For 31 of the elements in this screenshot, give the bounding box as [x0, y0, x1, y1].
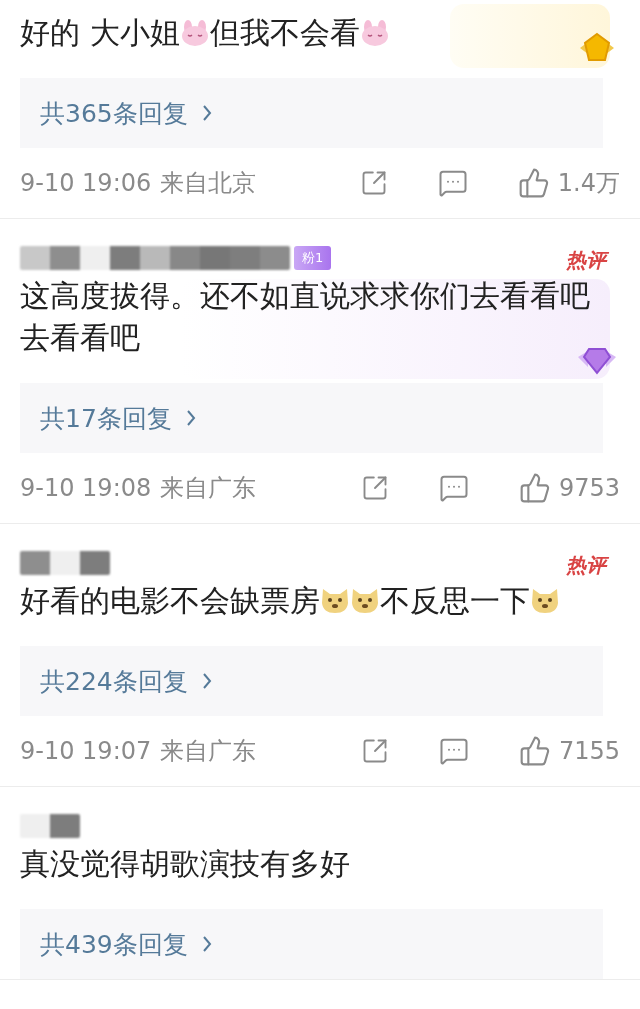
like-count: 9753 [558, 474, 620, 502]
replies-link[interactable]: 共365条回复 [20, 78, 603, 148]
replies-link[interactable]: 共439条回复 [20, 909, 603, 979]
like-count: 7155 [558, 737, 620, 765]
blurred-username [20, 814, 80, 838]
comment-icon[interactable] [438, 736, 469, 766]
replies-link[interactable]: 共224条回复 [20, 646, 603, 716]
chevron-right-icon [201, 672, 212, 690]
comment-text: 好看的电影不会缺票房 不反思一下 [20, 580, 600, 622]
like-count: 1.4万 [557, 168, 620, 199]
comment-text: 真没觉得胡歌演技有多好 [20, 845, 351, 883]
comment-time: 9-10 19:06 [20, 169, 153, 197]
comment-location: 来自北京 [160, 168, 256, 199]
replies-link[interactable]: 共17条回复 [20, 383, 603, 453]
comment-icon[interactable] [437, 168, 468, 198]
comment-location: 来自广东 [160, 736, 256, 767]
comment-text: 这高度拔得。还不如直说求求你们去看看吧去看看吧 [20, 277, 591, 357]
bunny-emoji [179, 19, 210, 47]
comment-time: 9-10 19:07 [20, 737, 153, 765]
chevron-right-icon [201, 104, 212, 122]
like-icon[interactable] [518, 735, 551, 767]
comment-icon[interactable] [438, 473, 469, 503]
comment-location: 来自广东 [160, 473, 256, 504]
like-icon[interactable] [517, 167, 550, 199]
bunny-emoji [359, 19, 390, 47]
chevron-right-icon [185, 409, 196, 427]
fan-level-badge: 粉1 [294, 246, 332, 270]
chevron-right-icon [201, 935, 212, 953]
comment-text: 好的 大小姐 但我不会看 [20, 12, 600, 54]
like-icon[interactable] [518, 472, 551, 504]
comment-time: 9-10 19:08 [20, 474, 153, 502]
